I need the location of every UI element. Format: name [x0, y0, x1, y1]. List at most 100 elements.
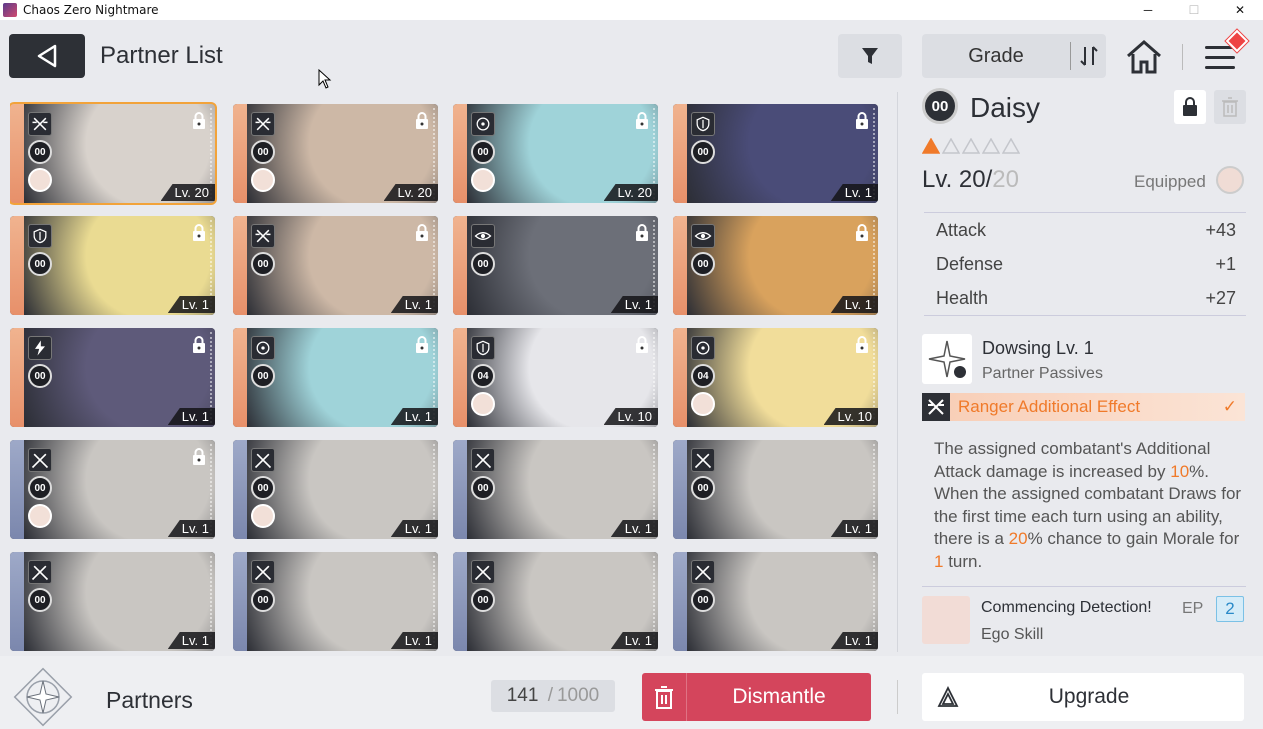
ranger-class-icon [922, 393, 950, 421]
grade-badge: 00 [691, 252, 715, 276]
filter-button[interactable] [838, 34, 902, 78]
partner-name: Daisy [970, 92, 1041, 123]
lock-icon [191, 336, 207, 354]
partner-card[interactable]: 00 Lv. 1 [673, 216, 878, 315]
back-button[interactable] [9, 34, 85, 78]
equipped-avatar [251, 168, 275, 192]
partner-card[interactable]: 00 Lv. 1 [453, 216, 658, 315]
partner-card[interactable]: 00 Lv. 1 [233, 440, 438, 539]
lock-icon [414, 112, 430, 130]
partner-card[interactable]: 00 Lv. 1 [10, 216, 215, 315]
home-button[interactable] [1124, 38, 1164, 76]
partner-card[interactable]: 00 Lv. 1 [673, 552, 878, 651]
upgrade-arrow-icon [922, 686, 974, 708]
partner-card[interactable]: 00 Lv. 1 [453, 552, 658, 651]
passive-title: Dowsing Lv. 1 [982, 338, 1094, 358]
shield-icon [691, 112, 715, 136]
mouse-cursor-icon [318, 68, 332, 89]
dismantle-button[interactable]: Dismantle [642, 673, 871, 721]
partner-card[interactable]: 00 Lv. 1 [10, 328, 215, 427]
equipped-avatar [28, 504, 52, 528]
home-icon [1127, 40, 1161, 74]
lock-icon [191, 112, 207, 130]
page-title: Partner List [100, 42, 223, 69]
swords-icon [691, 448, 715, 472]
grade-badge: 00 [28, 252, 52, 276]
partner-card[interactable]: 04 Lv. 10 [673, 328, 878, 427]
star-icon [961, 137, 981, 159]
partner-card[interactable]: 00 Lv. 1 [10, 440, 215, 539]
swords-icon [471, 448, 495, 472]
swords-icon [28, 560, 52, 584]
ego-skill-icon[interactable] [922, 596, 970, 644]
target-icon [251, 336, 275, 360]
lock-icon [634, 224, 650, 242]
partner-count: 141 /1000 [491, 680, 615, 712]
sort-order-icon[interactable] [1071, 45, 1106, 67]
partner-detail-panel: 00 Daisy Lv. 20/20 Equipped Attack +43 De… [910, 84, 1260, 656]
grade-badge: 00 [691, 476, 715, 500]
partner-card[interactable]: 00 Lv. 1 [10, 552, 215, 651]
ranger-icon [251, 224, 275, 248]
lock-icon [634, 336, 650, 354]
passive-skill-icon[interactable] [922, 334, 972, 384]
window-title: Chaos Zero Nightmare [23, 3, 159, 17]
grade-badge: 00 [28, 588, 52, 612]
partner-card[interactable]: 00 Lv. 1 [233, 552, 438, 651]
upgrade-button[interactable]: Upgrade [922, 673, 1244, 721]
partner-card[interactable]: 00 Lv. 20 [233, 104, 438, 203]
filter-icon [862, 48, 878, 64]
grade-badge: 00 [691, 588, 715, 612]
equipped-label: Equipped [1134, 172, 1206, 191]
star-icon [921, 137, 941, 159]
grade-badge: 00 [251, 364, 275, 388]
ranger-icon [28, 112, 52, 136]
grade-badge: 00 [251, 252, 275, 276]
partners-emblem-icon [10, 664, 76, 729]
grade-badge: 00 [28, 476, 52, 500]
ep-value: 2 [1216, 596, 1244, 622]
lightning-icon [28, 336, 52, 360]
lock-toggle-button[interactable] [1174, 90, 1206, 124]
sort-label: Grade [968, 44, 1024, 67]
lock-icon [854, 112, 870, 130]
close-button[interactable]: ✕ [1217, 0, 1263, 20]
effect-description: The assigned combatant's Additional Atta… [934, 439, 1242, 571]
ego-skill-subtitle: Ego Skill [981, 626, 1044, 643]
sort-button[interactable]: Grade [922, 34, 1106, 78]
back-arrow-icon [37, 44, 57, 68]
equipped-avatar [691, 392, 715, 416]
grade-badge: 00 [251, 588, 275, 612]
ranger-icon [251, 112, 275, 136]
equipped-avatar[interactable] [1216, 166, 1244, 194]
grade-badge: 00 [471, 588, 495, 612]
partner-card[interactable]: 00 Lv. 20 [453, 104, 658, 203]
maximize-button[interactable]: ☐ [1171, 0, 1217, 20]
additional-effect-bar: Ranger Additional Effect ✓ [922, 393, 1245, 421]
partner-card[interactable]: 00 Lv. 1 [233, 328, 438, 427]
dismantle-label: Dismantle [732, 685, 826, 708]
partner-card[interactable]: 00 Lv. 1 [453, 440, 658, 539]
upgrade-label: Upgrade [1048, 685, 1130, 708]
effect-title: Ranger Additional Effect [958, 397, 1141, 416]
swords-icon [691, 560, 715, 584]
stats-table: Attack +43 Defense +1 Health +27 [924, 212, 1246, 316]
partner-card[interactable]: 04 Lv. 10 [453, 328, 658, 427]
app-icon [3, 3, 17, 17]
star-rating [921, 137, 1021, 159]
partner-card[interactable]: 00 Lv. 20 [10, 102, 217, 205]
trash-button[interactable] [1214, 90, 1246, 124]
eye-icon [691, 224, 715, 248]
lock-icon [1183, 97, 1197, 116]
partner-card[interactable]: 00 Lv. 1 [673, 104, 878, 203]
minimize-button[interactable]: ─ [1125, 0, 1171, 20]
partner-card[interactable]: 00 Lv. 1 [233, 216, 438, 315]
target-icon [471, 112, 495, 136]
lock-icon [854, 224, 870, 242]
grade-badge: 04 [691, 364, 715, 388]
swords-icon [28, 448, 52, 472]
star-icon [1001, 137, 1021, 159]
level-max: 20 [992, 166, 1019, 193]
star-icon [941, 137, 961, 159]
partner-card[interactable]: 00 Lv. 1 [673, 440, 878, 539]
